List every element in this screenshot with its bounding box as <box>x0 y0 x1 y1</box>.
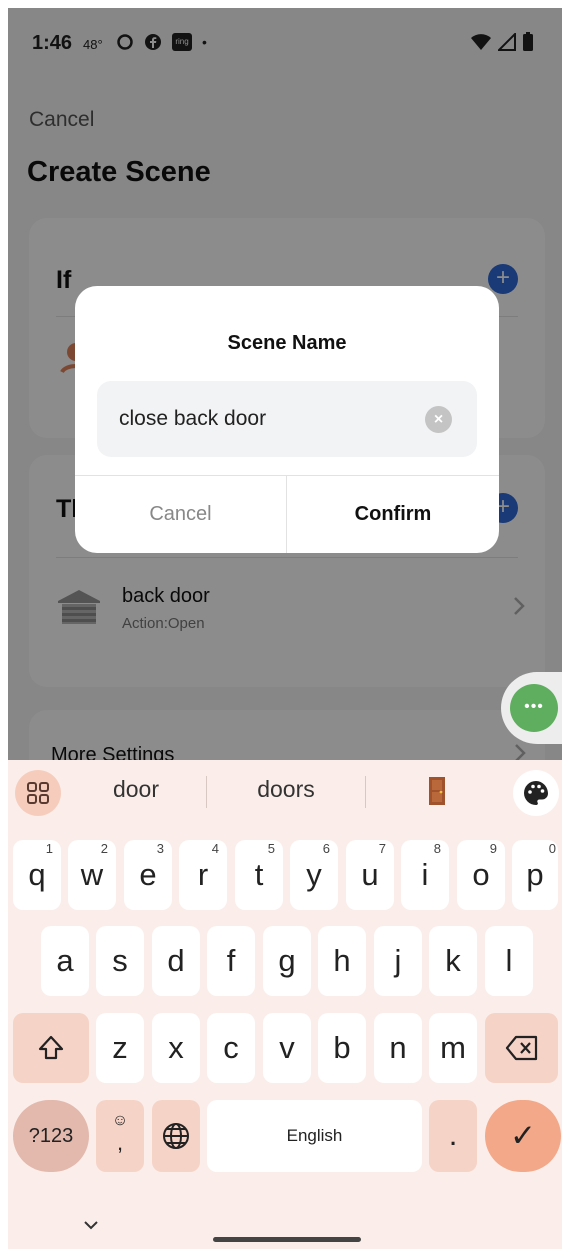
key-x[interactable]: x <box>152 1013 200 1083</box>
comma-label: , <box>116 1130 124 1155</box>
key-w[interactable]: 2w <box>68 840 116 910</box>
clear-input-icon[interactable]: × <box>425 406 452 433</box>
suggestion-doors[interactable]: doors <box>236 776 336 803</box>
key-o[interactable]: 9o <box>457 840 505 910</box>
ellipsis-icon[interactable]: ••• <box>510 684 558 732</box>
key-j[interactable]: j <box>374 926 422 996</box>
create-scene-page: 1:46 48° ring • Cancel Create Scene If +… <box>8 8 562 800</box>
home-indicator[interactable] <box>213 1237 361 1242</box>
check-icon[interactable]: ✓ <box>485 1100 561 1172</box>
key-k[interactable]: k <box>429 926 477 996</box>
shift-icon <box>38 1035 64 1060</box>
key-d[interactable]: d <box>152 926 200 996</box>
language-key[interactable] <box>152 1100 200 1172</box>
suggestion-bar: door doors <box>8 760 562 818</box>
scene-name-field: × <box>97 381 477 457</box>
suggestion-door[interactable]: door <box>86 776 186 803</box>
apps-grid-icon[interactable] <box>15 770 61 816</box>
key-i[interactable]: 8i <box>401 840 449 910</box>
keyboard-nav-bar <box>8 1200 562 1249</box>
backspace-key[interactable] <box>485 1013 558 1083</box>
key-h[interactable]: h <box>318 926 366 996</box>
hide-keyboard-icon[interactable] <box>83 1220 99 1230</box>
key-e[interactable]: 3e <box>124 840 172 910</box>
key-v[interactable]: v <box>263 1013 311 1083</box>
key-u[interactable]: 7u <box>346 840 394 910</box>
confirm-button[interactable]: Confirm <box>287 476 499 553</box>
key-g[interactable]: g <box>263 926 311 996</box>
period-key[interactable]: . <box>429 1100 477 1172</box>
shift-key[interactable] <box>13 1013 89 1083</box>
globe-icon <box>163 1123 189 1149</box>
key-s[interactable]: s <box>96 926 144 996</box>
door-emoji-icon[interactable] <box>428 776 446 806</box>
key-a[interactable]: a <box>41 926 89 996</box>
scene-name-input[interactable] <box>119 381 419 457</box>
key-m[interactable]: m <box>429 1013 477 1083</box>
space-key[interactable]: English <box>207 1100 422 1172</box>
symbols-key[interactable]: ?123 <box>13 1100 89 1172</box>
key-n[interactable]: n <box>374 1013 422 1083</box>
key-q[interactable]: 1q <box>13 840 61 910</box>
emoji-icon: ☺ <box>111 1112 129 1129</box>
suggestion-separator <box>365 776 366 808</box>
key-f[interactable]: f <box>207 926 255 996</box>
cancel-button[interactable]: Cancel <box>75 476 286 553</box>
key-c[interactable]: c <box>207 1013 255 1083</box>
dialog-title: Scene Name <box>227 332 347 354</box>
scene-name-dialog: Scene Name × Cancel Confirm <box>75 286 499 553</box>
key-l[interactable]: l <box>485 926 533 996</box>
emoji-comma-key[interactable]: ☺ , <box>96 1100 144 1172</box>
phone-screen: 1:46 48° ring • Cancel Create Scene If +… <box>8 8 562 1249</box>
key-t[interactable]: 5t <box>235 840 283 910</box>
key-z[interactable]: z <box>96 1013 144 1083</box>
key-p[interactable]: 0p <box>512 840 558 910</box>
suggestion-separator <box>206 776 207 808</box>
key-b[interactable]: b <box>318 1013 366 1083</box>
soft-keyboard: door doors 1q 2w 3e 4r 5t 6y 7u 8i 9o 0p… <box>8 760 562 1249</box>
key-y[interactable]: 6y <box>290 840 338 910</box>
palette-icon[interactable] <box>513 770 559 816</box>
backspace-icon <box>505 1035 537 1061</box>
key-r[interactable]: 4r <box>179 840 227 910</box>
